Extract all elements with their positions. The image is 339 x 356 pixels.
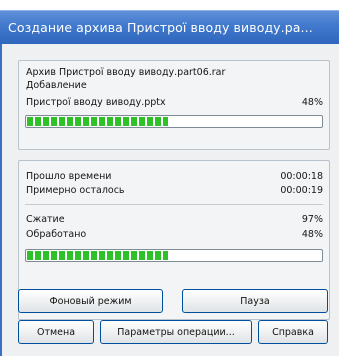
archive-name: Архив Пристрої вводу виводу.part06.rar bbox=[26, 67, 226, 78]
processed-label: Обработано bbox=[26, 229, 87, 240]
total-progress-fill bbox=[27, 251, 168, 260]
compression-label: Сжатие bbox=[26, 214, 65, 225]
dialog-body: Архив Пристрої вводу виводу.part06.rar Д… bbox=[0, 44, 339, 356]
remaining-label: Примерно осталось bbox=[26, 185, 125, 196]
file-progress-bar bbox=[25, 115, 323, 128]
elapsed-value: 00:00:18 bbox=[280, 171, 323, 182]
total-progress-bar bbox=[25, 249, 323, 262]
current-file-name: Пристрої вводу виводу.pptx bbox=[26, 97, 166, 108]
operation-options-button[interactable]: Параметры операции... bbox=[100, 320, 252, 344]
cancel-button[interactable]: Отмена bbox=[18, 320, 94, 344]
elapsed-label: Прошло времени bbox=[26, 171, 112, 182]
background-mode-button[interactable]: Фоновый режим bbox=[18, 289, 163, 313]
processed-value: 48% bbox=[301, 229, 323, 240]
window-title: Создание архива Пристрої вводу виводу.ра… bbox=[8, 20, 313, 35]
compression-value: 97% bbox=[301, 214, 323, 225]
stats-divider bbox=[25, 204, 323, 205]
file-progress-fill bbox=[27, 117, 168, 126]
help-button[interactable]: Справка bbox=[258, 320, 328, 344]
remaining-value: 00:00:19 bbox=[280, 185, 323, 196]
current-file-group: Архив Пристрої вводу виводу.part06.rar Д… bbox=[18, 60, 330, 150]
file-percent: 48% bbox=[301, 97, 323, 108]
title-bar[interactable]: Создание архива Пристрої вводу виводу.ра… bbox=[0, 10, 339, 45]
operation-label: Добавление bbox=[26, 80, 87, 91]
archive-progress-dialog: Создание архива Пристрої вводу виводу.ра… bbox=[0, 0, 339, 356]
pause-button[interactable]: Пауза bbox=[182, 289, 328, 313]
